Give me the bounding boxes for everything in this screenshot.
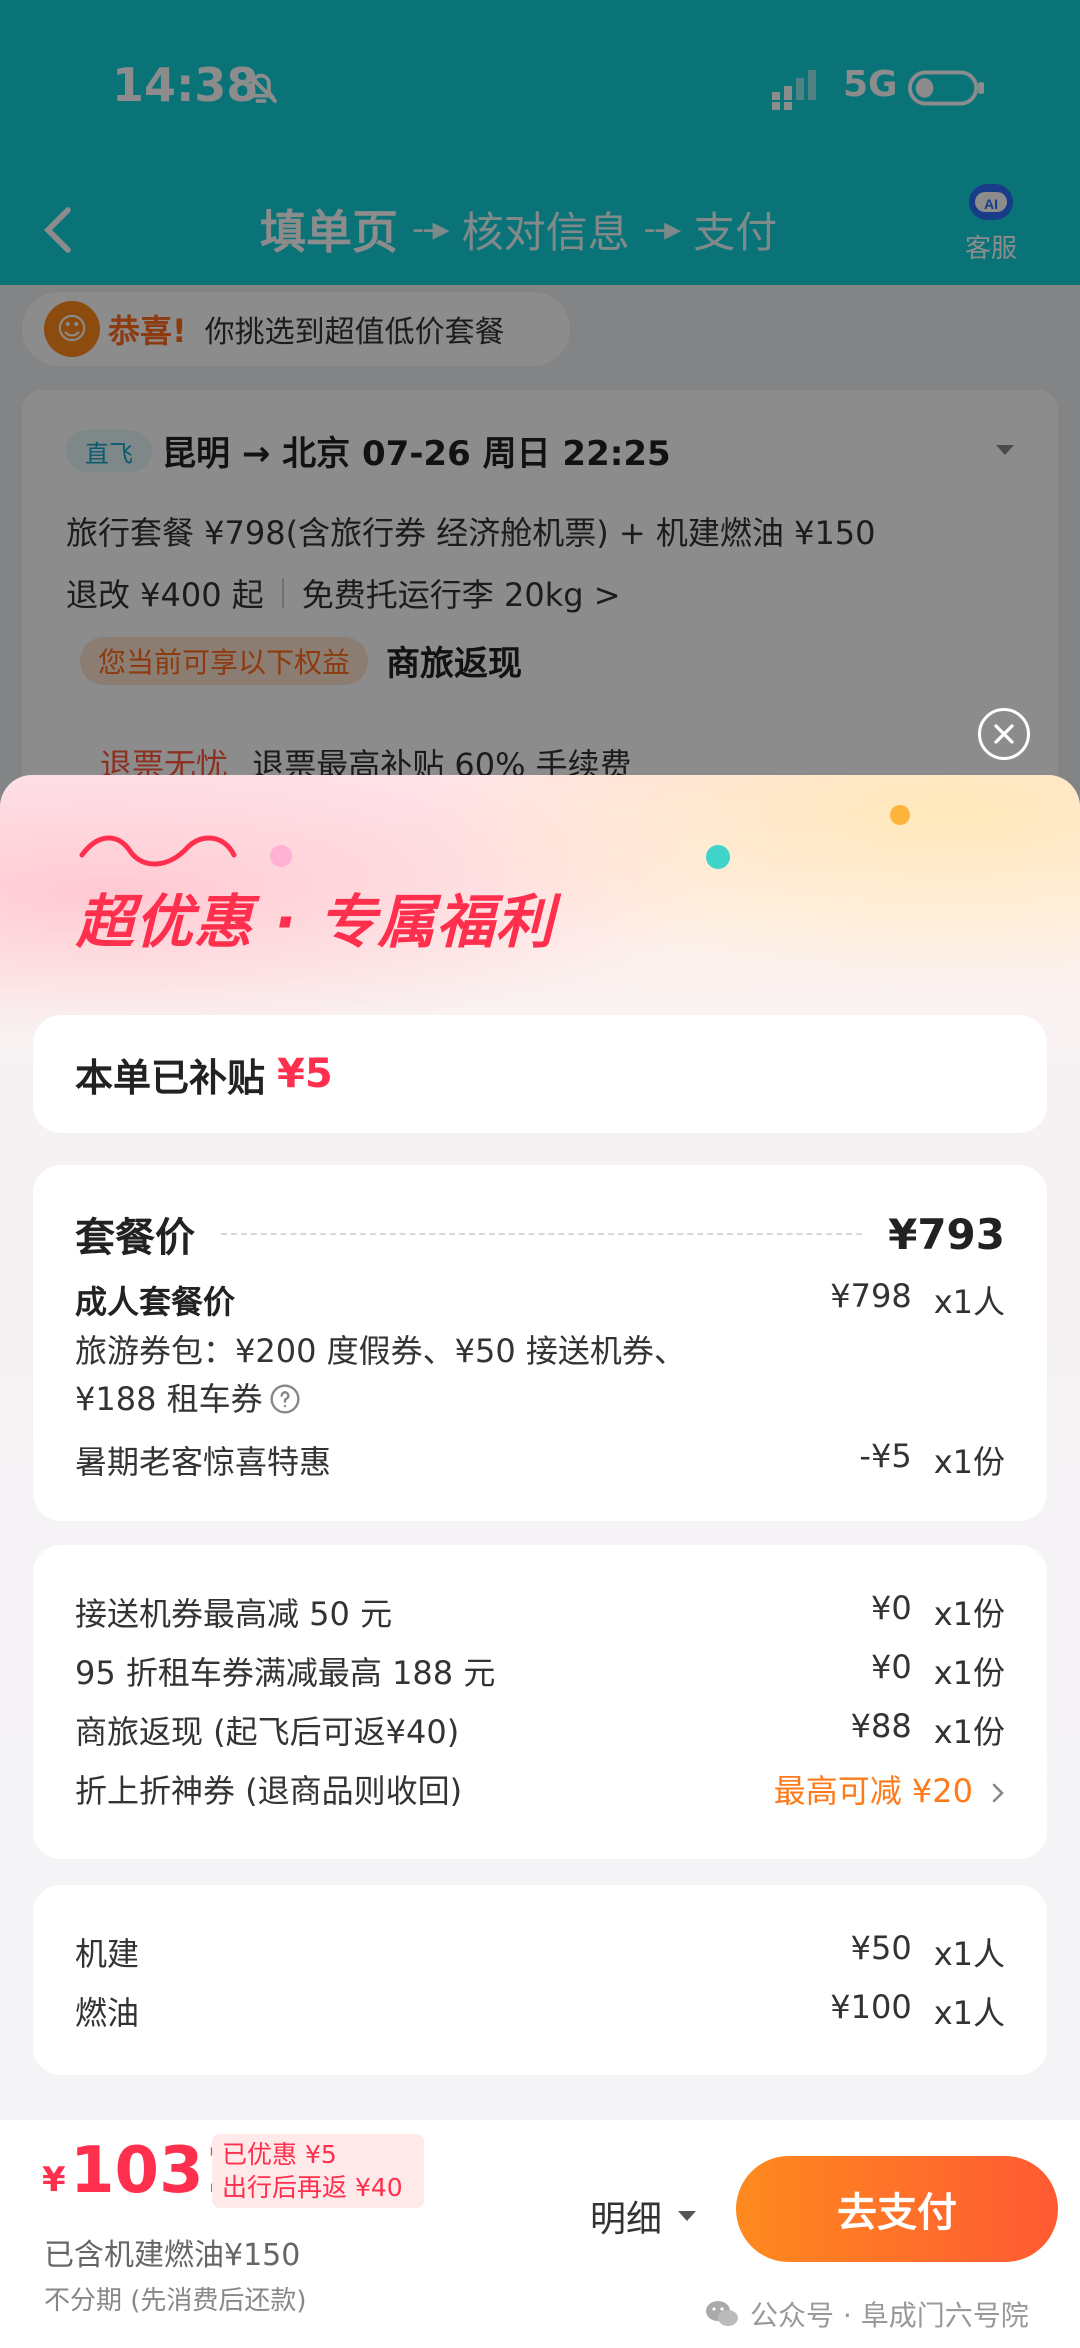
- adult-package-row: 成人套餐价 ¥798 x1人: [75, 1277, 1005, 1323]
- package-card: 套餐价 ¥793 成人套餐价 ¥798 x1人 旅游券包：¥200 度假券、¥50…: [33, 1165, 1047, 1521]
- decoration-dot: [706, 845, 730, 869]
- detail-label: 明细: [590, 2199, 663, 2240]
- coupon-label: 95 折租车券满减最高 188 元: [75, 1654, 496, 1692]
- coupon-qty: x1份: [933, 1595, 1005, 1633]
- fee-qty: x1人: [933, 1994, 1005, 2032]
- watermark: 公众号 · 阜成门六号院: [704, 2294, 1029, 2334]
- super-coupon-row[interactable]: 折上折神券 (退商品则收回) 最高可减 ¥20: [75, 1766, 1005, 1812]
- coupon-card: 接送机券最高减 50 元 ¥0 x1份 95 折租车券满减最高 188 元 ¥0 x…: [33, 1545, 1047, 1859]
- summer-promo-label: 暑期老客惊喜特惠: [75, 1443, 332, 1481]
- fee-qty: x1人: [933, 1935, 1005, 1973]
- wechat-icon: [706, 2301, 738, 2326]
- total-currency: ¥: [42, 2160, 66, 2200]
- subsidy-label: 本单已补贴: [75, 1055, 266, 1100]
- coupon-row: 接送机券最高减 50 元 ¥0 x1份: [75, 1589, 1005, 1635]
- fee-row: 机建 ¥50 x1人: [75, 1929, 1005, 1975]
- close-button[interactable]: [978, 708, 1030, 760]
- decoration-dot: [270, 845, 292, 867]
- pay-button[interactable]: 去支付: [736, 2156, 1058, 2262]
- dashed-leader: [221, 1233, 863, 1235]
- detail-toggle[interactable]: 明细: [590, 2190, 698, 2242]
- package-header: 套餐价 ¥793: [75, 1207, 1005, 1262]
- fees-included-note: 已含机建燃油¥150: [44, 2238, 301, 2273]
- fee-price: ¥50: [850, 1929, 912, 1967]
- coupon-label: 折上折神券 (退商品则收回): [75, 1772, 463, 1810]
- subsidy-card: 本单已补贴 ¥5: [33, 1015, 1047, 1133]
- voucher-package-label: 旅游券包：¥200 度假券、¥50 接送机券、¥188 租车券: [75, 1332, 686, 1418]
- summer-promo-qty: x1份: [933, 1443, 1005, 1481]
- coupon-max-discount[interactable]: 最高可减 ¥20: [774, 1766, 1005, 1812]
- coupon-qty: x1份: [933, 1713, 1005, 1751]
- watermark-text: 公众号 · 阜成门六号院: [750, 2299, 1029, 2332]
- fee-row: 燃油 ¥100 x1人: [75, 1988, 1005, 2034]
- coupon-price: ¥0: [870, 1648, 912, 1686]
- coupon-qty: x1份: [933, 1654, 1005, 1692]
- fee-price: ¥100: [830, 1988, 912, 2026]
- chevron-right-icon: [992, 1783, 1004, 1803]
- checkout-bar: ¥ 1031 已优惠 ¥5 出行后再返 ¥40 已含机建燃油¥150 不分期 (…: [0, 2120, 1080, 2348]
- adult-package-label: 成人套餐价: [75, 1283, 236, 1321]
- coupon-row: 商旅返现 (起飞后可返¥40) ¥88 x1份: [75, 1707, 1005, 1753]
- discount-line: 已优惠 ¥5: [222, 2140, 337, 2169]
- adult-package-qty: x1人: [933, 1283, 1005, 1321]
- summer-promo-price: -¥5: [859, 1437, 912, 1475]
- summer-promo-row: 暑期老客惊喜特惠 -¥5 x1份: [75, 1437, 1005, 1483]
- benefit-sheet: 超优惠 · 专属福利 本单已补贴 ¥5 套餐价 ¥793 成人套餐价 ¥798 x…: [0, 775, 1080, 2120]
- sheet-title: 超优惠 · 专属福利: [76, 888, 555, 956]
- decoration-dot: [890, 805, 910, 825]
- triangle-down-icon: [678, 2211, 697, 2221]
- adult-package-price: ¥798: [830, 1277, 912, 1315]
- voucher-package-text: 旅游券包：¥200 度假券、¥50 接送机券、¥188 租车券: [75, 1327, 735, 1423]
- coupon-label: 接送机券最高减 50 元: [75, 1595, 393, 1633]
- fee-label: 燃油: [75, 1994, 140, 2032]
- discount-badge: 已优惠 ¥5 出行后再返 ¥40: [212, 2134, 424, 2208]
- coupon-row: 95 折租车券满减最高 188 元 ¥0 x1份: [75, 1648, 1005, 1694]
- fee-label: 机建: [75, 1935, 140, 1973]
- help-icon[interactable]: [269, 1383, 301, 1415]
- subsidy-amount: ¥5: [277, 1051, 333, 1097]
- coupon-label: 商旅返现 (起飞后可返¥40): [75, 1713, 460, 1751]
- coupon-price: ¥0: [870, 1589, 912, 1627]
- package-title: 套餐价: [75, 1215, 195, 1261]
- fees-card: 机建 ¥50 x1人 燃油 ¥100 x1人: [33, 1885, 1047, 2075]
- installment-note: 不分期 (先消费后还款): [44, 2286, 307, 2316]
- coupon-price: ¥88: [850, 1707, 912, 1745]
- close-icon: [994, 724, 1014, 744]
- cashback-line: 出行后再返 ¥40: [222, 2173, 403, 2202]
- package-price: ¥793: [888, 1209, 1005, 1259]
